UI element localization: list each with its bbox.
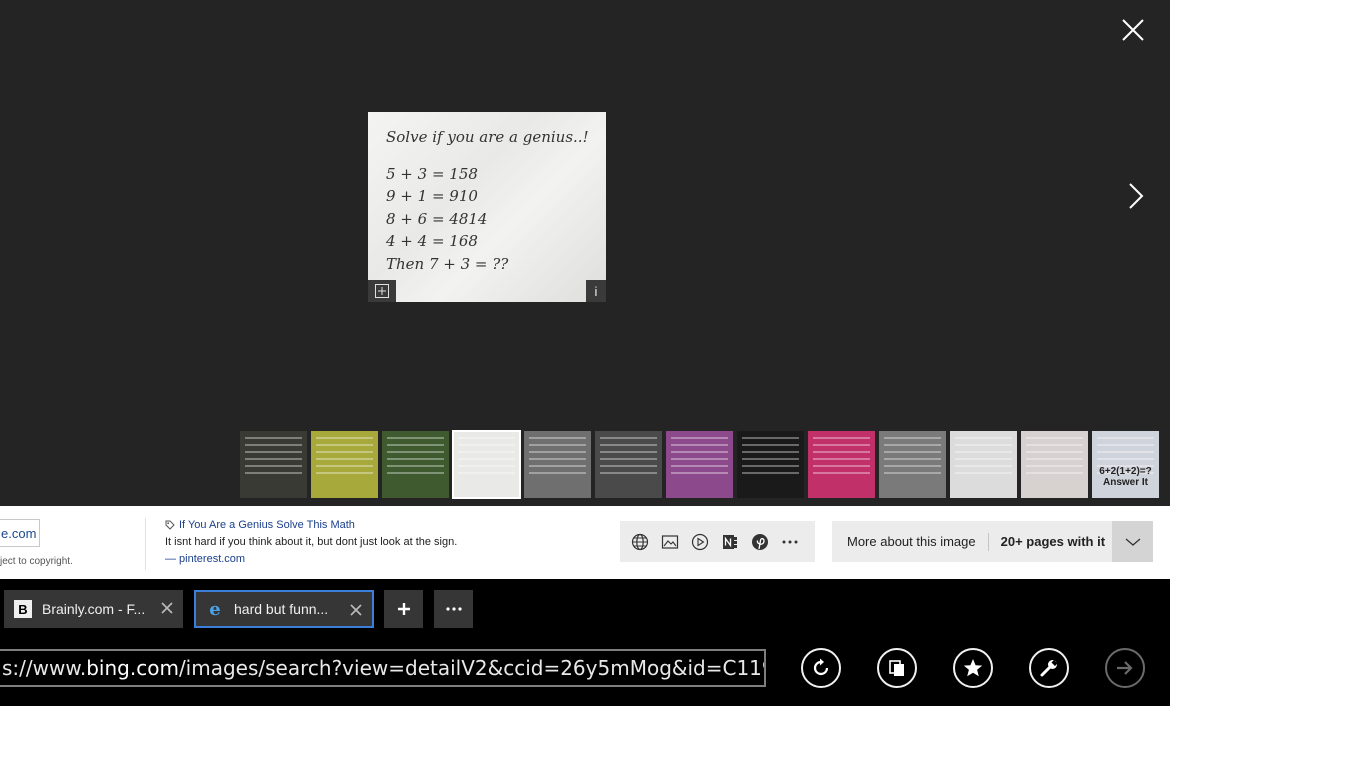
chevron-down-icon	[1125, 538, 1140, 546]
url-host: bing.com	[86, 656, 179, 680]
expand-details-button[interactable]	[1112, 521, 1153, 562]
onenote-icon	[723, 534, 737, 549]
main-image[interactable]: Solve if you are a genius..! 5 + 3 = 158…	[368, 112, 606, 302]
thumbnail-10[interactable]	[879, 431, 946, 498]
thumbnail-art	[600, 437, 657, 479]
source-domain-link[interactable]: e.com	[0, 519, 40, 547]
thumbnail-1[interactable]	[240, 431, 307, 498]
thumbnail-13[interactable]: 6+2(1+2)=? Answer It	[1092, 431, 1159, 498]
thumbnail-art	[458, 437, 515, 479]
thumbnail-art	[955, 437, 1012, 479]
puzzle-line: Then 7 + 3 = ??	[386, 254, 509, 273]
puzzle-line: 9 + 1 = 910	[386, 187, 478, 205]
thumbnail-strip: 6+2(1+2)=? Answer It	[240, 430, 1159, 499]
favorites-button[interactable]	[953, 648, 993, 688]
image-actions	[620, 521, 815, 562]
thumbnail-art	[884, 437, 941, 479]
thumbnail-art	[529, 437, 586, 479]
more-about-bar: More about this image 20+ pages with it	[832, 521, 1153, 562]
puzzle-line: 5 + 3 = 158	[386, 164, 478, 183]
thumbnail-8[interactable]	[737, 431, 804, 498]
thumbnail-3[interactable]	[382, 431, 449, 498]
puzzle-text: Solve if you are a genius..! 5 + 3 = 158…	[386, 126, 589, 275]
tab-options-button[interactable]	[434, 590, 473, 628]
thumbnail-art	[1026, 437, 1083, 479]
thumbnail-11[interactable]	[950, 431, 1017, 498]
tabs-view-button[interactable]	[877, 648, 917, 688]
refresh-button[interactable]	[801, 648, 841, 688]
thumbnail-label: 6+2(1+2)=? Answer It	[1099, 466, 1152, 488]
image-source-link[interactable]: — pinterest.com	[165, 553, 245, 565]
thumbnail-9[interactable]	[808, 431, 875, 498]
thumbnail-art	[813, 437, 870, 479]
address-bar[interactable]: s://www. bing.com/images/search?view=deta…	[0, 649, 766, 687]
info-icon[interactable]: i	[586, 280, 606, 302]
thumbnail-5[interactable]	[524, 431, 591, 498]
tab-brainly[interactable]: B Brainly.com - F...	[4, 590, 183, 628]
thumbnail-art	[387, 437, 444, 479]
brainly-favicon-icon: B	[14, 600, 32, 618]
visit-page-button[interactable]	[630, 532, 650, 552]
thumbnail-2[interactable]	[311, 431, 378, 498]
thumbnail-art	[671, 437, 728, 479]
ellipsis-icon	[445, 607, 462, 611]
close-tab-icon[interactable]	[159, 600, 175, 616]
forward-button[interactable]	[1105, 648, 1145, 688]
pages-with-it-button[interactable]: 20+ pages with it	[989, 534, 1105, 549]
close-icon	[1122, 19, 1144, 41]
puzzle-line: 8 + 6 = 4814	[386, 209, 488, 228]
thumbnail-12[interactable]	[1021, 431, 1088, 498]
new-tab-button[interactable]	[384, 590, 423, 628]
thumbnail-art	[742, 437, 799, 479]
expand-icon[interactable]	[368, 280, 396, 302]
puzzle-line: 4 + 4 = 168	[386, 232, 478, 250]
image-title: If You Are a Genius Solve This Math	[179, 519, 355, 531]
browser-window: Solve if you are a genius..! 5 + 3 = 158…	[0, 0, 1170, 706]
globe-icon	[631, 533, 649, 550]
url-path: /images/search?view=detailV2&ccid=26y5mM…	[178, 656, 764, 680]
ellipsis-icon	[782, 540, 798, 543]
more-about-button[interactable]: More about this image	[832, 534, 988, 549]
view-image-button[interactable]	[660, 532, 680, 552]
pages-icon	[889, 660, 904, 676]
image-info-bar: e.com ject to copyright. If You Are a Ge…	[0, 506, 1170, 579]
copyright-notice: ject to copyright.	[0, 556, 73, 567]
internet-explorer-icon: e	[209, 598, 221, 620]
pinterest-button[interactable]	[750, 532, 770, 552]
close-tab-icon[interactable]	[348, 602, 364, 618]
thumbnail-7[interactable]	[666, 431, 733, 498]
thumbnail-4[interactable]	[452, 430, 521, 499]
next-image-button[interactable]	[1120, 176, 1152, 216]
play-icon	[691, 533, 709, 550]
page-tools-button[interactable]	[1029, 648, 1069, 688]
image-description: It isnt hard if you think about it, but …	[165, 536, 458, 548]
refresh-icon	[813, 658, 829, 676]
arrow-right-icon	[1117, 661, 1133, 675]
image-icon	[661, 534, 679, 549]
thumbnail-art	[245, 437, 302, 479]
tag-icon	[165, 520, 175, 530]
more-actions-button[interactable]	[780, 532, 800, 552]
slideshow-button[interactable]	[690, 532, 710, 552]
wrench-icon	[1040, 660, 1058, 677]
thumbnail-art	[316, 437, 373, 479]
image-title-link[interactable]: If You Are a Genius Solve This Math	[165, 519, 355, 531]
puzzle-title: Solve if you are a genius..!	[386, 128, 589, 146]
plus-icon	[397, 603, 410, 615]
tab-label: hard but funn...	[234, 601, 329, 617]
star-icon	[963, 659, 983, 677]
chevron-right-icon	[1129, 183, 1144, 209]
pinterest-icon	[752, 533, 768, 550]
thumbnail-6[interactable]	[595, 431, 662, 498]
onenote-button[interactable]	[720, 532, 740, 552]
divider	[145, 518, 146, 570]
tab-bing-images[interactable]: e hard but funn...	[194, 590, 374, 628]
tab-label: Brainly.com - F...	[42, 601, 146, 617]
image-viewer: Solve if you are a genius..! 5 + 3 = 158…	[0, 0, 1170, 506]
close-viewer-button[interactable]	[1117, 14, 1149, 46]
url-prefix: s://www.	[2, 656, 87, 680]
browser-app-bar: B Brainly.com - F... e hard but funn...	[0, 579, 1170, 706]
